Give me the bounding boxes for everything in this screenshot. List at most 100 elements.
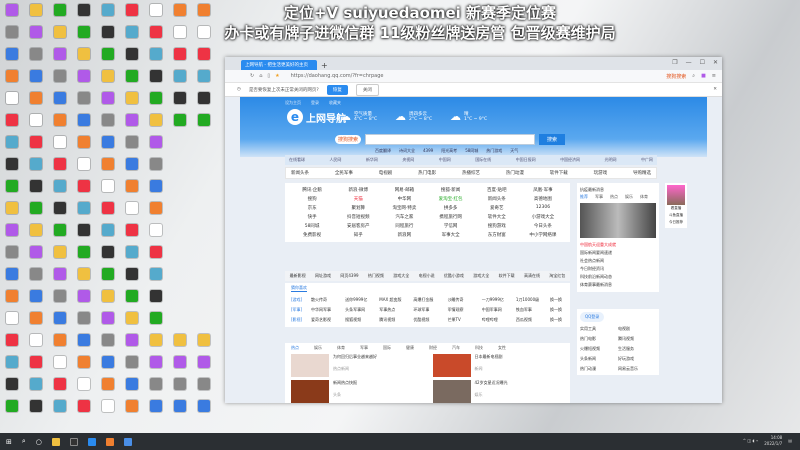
desktop-icon[interactable]	[198, 400, 210, 412]
desktop-icon[interactable]	[78, 92, 90, 104]
desktop-icon[interactable]	[102, 202, 114, 214]
tool-link[interactable]: 好玩游戏	[618, 356, 656, 362]
desktop-icon[interactable]	[150, 26, 162, 38]
desktop-icon[interactable]	[126, 224, 138, 236]
desktop-icon[interactable]	[126, 92, 138, 104]
site-link[interactable]: 汽车之家	[381, 214, 427, 220]
desktop-icon[interactable]	[78, 312, 90, 324]
desktop-icon[interactable]	[150, 136, 162, 148]
tool-link[interactable]: 生活服务	[618, 346, 656, 352]
site-link[interactable]: 腾讯·企鹅	[289, 187, 335, 193]
desktop-icon[interactable]	[78, 26, 90, 38]
desktop-icon[interactable]	[150, 290, 162, 302]
news-thumbnail[interactable]	[291, 380, 329, 403]
site-link[interactable]: 网易·邮箱	[381, 187, 427, 193]
restore-button[interactable]: 恢复	[326, 84, 348, 95]
desktop-icon[interactable]	[150, 356, 162, 368]
desktop-icon[interactable]	[6, 334, 18, 346]
desktop-icon[interactable]	[126, 158, 138, 170]
nav-item[interactable]: 导购精选	[633, 170, 651, 176]
news-tab[interactable]: 热点	[291, 345, 299, 351]
close-notification-icon[interactable]: ✕	[713, 87, 717, 92]
site-link[interactable]: 抖音短视频	[335, 214, 381, 220]
desktop-icon[interactable]	[78, 400, 90, 412]
streamer-link[interactable]: 今日推荐	[667, 219, 685, 226]
new-tab-button[interactable]: +	[321, 61, 328, 70]
desktop-icon[interactable]	[102, 158, 114, 170]
desktop-icon[interactable]	[54, 26, 66, 38]
site-link[interactable]: 学信网	[428, 223, 474, 229]
sub-link[interactable]: 游戏大全	[473, 273, 489, 279]
site-link[interactable]: 知乎	[335, 232, 381, 238]
desktop-icon[interactable]	[30, 400, 42, 412]
desktop-icon[interactable]	[54, 246, 66, 258]
desktop-icon[interactable]	[102, 48, 114, 60]
desktop-icon[interactable]	[78, 180, 90, 192]
category-link[interactable]: 中国经济网	[560, 157, 580, 163]
desktop-icon[interactable]	[150, 378, 162, 390]
desktop-icon[interactable]	[6, 70, 18, 82]
desktop-icon[interactable]	[78, 290, 90, 302]
right-tab[interactable]: 娱乐	[625, 194, 633, 200]
tool-link[interactable]: 热门动漫	[580, 366, 618, 372]
category-link[interactable]: 中国日报网	[516, 157, 536, 163]
desktop-icon[interactable]	[54, 180, 66, 192]
desktop-icon[interactable]	[6, 4, 18, 16]
refresh-link[interactable]: 换一换	[550, 305, 564, 315]
news-tab[interactable]: 娱乐	[314, 345, 322, 351]
tool-link[interactable]: 实用工具	[580, 326, 618, 332]
notification-icon[interactable]: ▤	[788, 438, 792, 444]
extension-icon[interactable]: ■	[701, 73, 706, 79]
desktop-icon[interactable]	[126, 136, 138, 148]
desktop-icon[interactable]	[54, 92, 66, 104]
search-icon[interactable]: ⌕	[22, 437, 26, 446]
desktop-icon[interactable]	[198, 70, 210, 82]
site-link[interactable]: 软件大全	[474, 214, 520, 220]
nav-item[interactable]: 电视剧	[379, 170, 393, 176]
search-button[interactable]: 搜索	[539, 134, 566, 145]
desktop-icon[interactable]	[78, 378, 90, 390]
weather-item[interactable]: ☁ 晴 1°C ~ 9°C	[450, 110, 487, 123]
start-icon[interactable]: ⊞	[6, 438, 12, 446]
nav-item[interactable]: 热门动漫	[506, 170, 524, 176]
menu-icon[interactable]: ≡	[712, 73, 716, 79]
tool-link[interactable]: 腾讯视频	[618, 336, 656, 342]
desktop-icon[interactable]	[102, 312, 114, 324]
table-cell[interactable]: 沙雕传奇	[448, 295, 480, 305]
news-tab[interactable]: 财经	[429, 345, 437, 351]
site-link[interactable]: 爱奇艺	[474, 205, 520, 211]
nav-item[interactable]: 全民军事	[335, 170, 353, 176]
desktop-icon[interactable]	[102, 378, 114, 390]
app-icon[interactable]	[69, 437, 78, 446]
top-link[interactable]: 登录	[311, 100, 319, 106]
tool-link[interactable]: 网易云音乐	[618, 366, 656, 372]
table-cell[interactable]: 搜狐视频	[345, 315, 377, 325]
nav-item[interactable]: 热播综艺	[462, 170, 480, 176]
tool-link[interactable]: 热门电影	[580, 336, 618, 342]
desktop-icon[interactable]	[150, 202, 162, 214]
search-input[interactable]	[365, 134, 536, 145]
maximize-icon[interactable]: ☐	[700, 59, 705, 66]
news-item[interactable]: 新闻热点快报 头条	[291, 380, 423, 403]
news-tab[interactable]: 健康	[406, 345, 414, 351]
search-engine-selector[interactable]: 搜狗搜索	[666, 73, 686, 80]
desktop-icon[interactable]	[150, 224, 162, 236]
desktop-icon[interactable]	[30, 290, 42, 302]
desktop-icon[interactable]	[102, 246, 114, 258]
table-cell[interactable]: 军事热点	[379, 305, 411, 315]
desktop-icon[interactable]	[78, 114, 90, 126]
top-link[interactable]: 设为主页	[285, 100, 301, 106]
desktop-icon[interactable]	[6, 224, 18, 236]
news-tab[interactable]: 军事	[360, 345, 368, 351]
desktop-icon[interactable]	[78, 48, 90, 60]
table-cell[interactable]: 芒果TV	[448, 315, 480, 325]
site-link[interactable]: 搜狐·新闻	[428, 187, 474, 193]
desktop-icon[interactable]	[54, 4, 66, 16]
headline[interactable]: 社会热点新闻	[580, 257, 656, 265]
desktop-icon[interactable]	[126, 268, 138, 280]
desktop-icon[interactable]	[6, 180, 18, 192]
hot-word[interactable]: 阳光高考	[441, 148, 457, 154]
desktop-icon[interactable]	[126, 180, 138, 192]
weather-item[interactable]: ☁ 周四多云 2°C ~ 8°C	[395, 110, 432, 123]
desktop-icon[interactable]	[150, 4, 162, 16]
